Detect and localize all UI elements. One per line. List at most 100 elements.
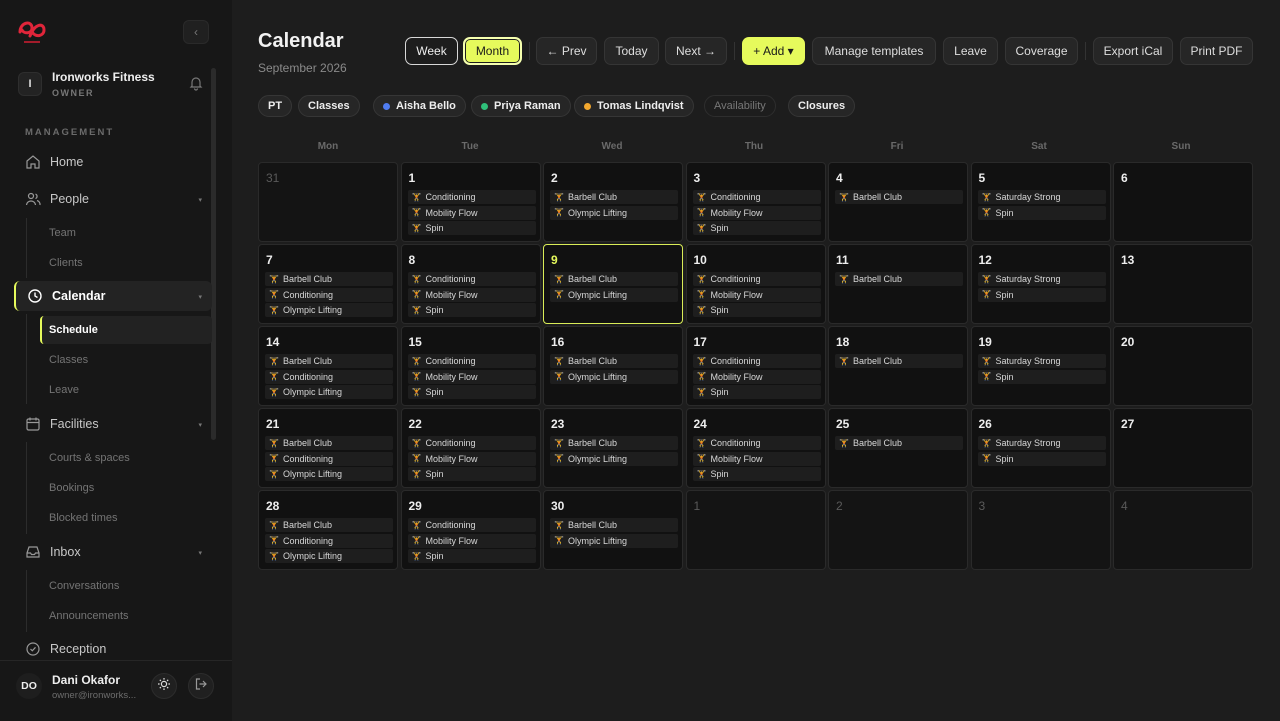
export-ical-button[interactable]: Export iCal [1093, 37, 1173, 65]
calendar-event[interactable]: 🏋 Spin [977, 205, 1106, 220]
sidebar-subitem-classes[interactable]: Classes [40, 346, 212, 374]
calendar-day[interactable]: 2 🏋 Barbell Club 🏋 Olympic Lifting [543, 162, 683, 242]
calendar-day[interactable]: 18 🏋 Barbell Club [828, 326, 968, 406]
calendar-event[interactable]: 🏋 Mobility Flow [407, 205, 536, 220]
calendar-day[interactable]: 31 [258, 162, 398, 242]
calendar-event[interactable]: 🏋 Olympic Lifting [550, 451, 678, 466]
calendar-event[interactable]: 🏋 Barbell Club [265, 518, 393, 532]
calendar-day[interactable]: 16 🏋 Barbell Club 🏋 Olympic Lifting [543, 326, 683, 406]
print-pdf-button[interactable]: Print PDF [1180, 37, 1253, 65]
calendar-day[interactable]: 20 [1113, 326, 1253, 406]
avatar[interactable]: DO [16, 673, 42, 699]
calendar-event[interactable]: 🏋 Saturday Strong [977, 190, 1106, 204]
calendar-event[interactable]: 🏋 Conditioning [407, 436, 536, 450]
month-view-button[interactable]: Month [463, 37, 522, 65]
calendar-event[interactable]: 🏋 Olympic Lifting [550, 533, 678, 548]
sidebar-subitem-announcements[interactable]: Announcements [40, 602, 212, 630]
calendar-day[interactable]: 8 🏋 Conditioning 🏋 Mobility Flow 🏋 Spin [400, 244, 541, 324]
calendar-event[interactable]: 🏋 Mobility Flow [692, 369, 821, 384]
sidebar-subitem-bookings[interactable]: Bookings [40, 474, 212, 502]
calendar-event[interactable]: 🏋 Spin [407, 221, 536, 235]
calendar-day[interactable]: 30 🏋 Barbell Club 🏋 Olympic Lifting [543, 490, 683, 570]
sidebar-item-calendar[interactable]: Calendar ▾ [14, 281, 212, 311]
calendar-day[interactable]: 28 🏋 Barbell Club 🏋 Conditioning 🏋 Olympic Lif… [258, 490, 398, 570]
calendar-event[interactable]: 🏋 Saturday Strong [977, 272, 1106, 286]
prev-button[interactable]: ← Prev [536, 37, 597, 65]
logout-button[interactable] [188, 673, 214, 699]
sidebar-item-facilities[interactable]: Facilities ▾ [14, 409, 212, 439]
calendar-event[interactable]: 🏋 Olympic Lifting [265, 303, 393, 317]
calendar-event[interactable]: 🏋 Spin [692, 303, 821, 317]
calendar-day[interactable]: 27 [1113, 408, 1253, 488]
calendar-event[interactable]: 🏋 Spin [692, 467, 821, 481]
calendar-day[interactable]: 3 🏋 Conditioning 🏋 Mobility Flow 🏋 Spin [685, 162, 826, 242]
calendar-event[interactable]: 🏋 Conditioning [692, 354, 821, 368]
calendar-day[interactable]: 21 🏋 Barbell Club 🏋 Conditioning 🏋 Olympic Lif… [258, 408, 398, 488]
calendar-event[interactable]: 🏋 Spin [407, 303, 536, 317]
calendar-event[interactable]: 🏋 Barbell Club [835, 272, 963, 286]
filter-chip-classes[interactable]: Classes [298, 95, 360, 117]
sidebar-subitem-blocked-times[interactable]: Blocked times [40, 504, 212, 532]
calendar-event[interactable]: 🏋 Mobility Flow [407, 287, 536, 302]
add-button[interactable]: + Add ▾ [742, 37, 805, 65]
calendar-event[interactable]: 🏋 Barbell Club [835, 436, 963, 450]
calendar-event[interactable]: 🏋 Spin [407, 467, 536, 481]
filter-chip-availability[interactable]: Availability [704, 95, 776, 117]
calendar-event[interactable]: 🏋 Olympic Lifting [550, 205, 678, 220]
collapse-sidebar-button[interactable]: ‹ [183, 20, 209, 44]
calendar-day[interactable]: 17 🏋 Conditioning 🏋 Mobility Flow 🏋 Spin [685, 326, 826, 406]
calendar-event[interactable]: 🏋 Conditioning [407, 354, 536, 368]
manage-templates-button[interactable]: Manage templates [812, 37, 936, 65]
calendar-event[interactable]: 🏋 Barbell Club [835, 354, 963, 368]
calendar-day[interactable]: 23 🏋 Barbell Club 🏋 Olympic Lifting [543, 408, 683, 488]
bell-icon[interactable] [188, 75, 204, 91]
calendar-event[interactable]: 🏋 Barbell Club [265, 354, 393, 368]
sidebar-subitem-leave[interactable]: Leave [40, 376, 212, 404]
today-button[interactable]: Today [604, 37, 659, 65]
calendar-event[interactable]: 🏋 Barbell Club [550, 190, 678, 204]
sidebar-subitem-conversations[interactable]: Conversations [40, 572, 212, 600]
filter-chip-aisha[interactable]: Aisha Bello [373, 95, 466, 117]
theme-toggle-button[interactable] [151, 673, 177, 699]
calendar-day[interactable]: 25 🏋 Barbell Club [828, 408, 968, 488]
sidebar-item-home[interactable]: Home [14, 147, 212, 177]
filter-chip-priya[interactable]: Priya Raman [471, 95, 571, 117]
calendar-day[interactable]: 14 🏋 Barbell Club 🏋 Conditioning 🏋 Olympic Lif… [258, 326, 398, 406]
filter-chip-closures[interactable]: Closures [788, 95, 856, 117]
sidebar-subitem-clients[interactable]: Clients [40, 249, 212, 277]
calendar-event[interactable]: 🏋 Conditioning [265, 533, 393, 548]
calendar-event[interactable]: 🏋 Conditioning [407, 272, 536, 286]
calendar-event[interactable]: 🏋 Saturday Strong [977, 436, 1106, 450]
calendar-event[interactable]: 🏋 Olympic Lifting [550, 369, 678, 384]
calendar-event[interactable]: 🏋 Spin [977, 451, 1106, 466]
calendar-event[interactable]: 🏋 Barbell Club [550, 272, 678, 286]
sidebar-subitem-schedule[interactable]: Schedule [40, 316, 212, 344]
calendar-event[interactable]: 🏋 Mobility Flow [407, 533, 536, 548]
calendar-event[interactable]: 🏋 Barbell Club [835, 190, 963, 204]
calendar-day[interactable]: 15 🏋 Conditioning 🏋 Mobility Flow 🏋 Spin [400, 326, 541, 406]
sidebar-subitem-courts[interactable]: Courts & spaces [40, 444, 212, 472]
calendar-day[interactable]: 5 🏋 Saturday Strong 🏋 Spin [970, 162, 1111, 242]
org-switcher[interactable]: I Ironworks Fitness OWNER [18, 64, 214, 104]
calendar-event[interactable]: 🏋 Spin [977, 369, 1106, 384]
calendar-event[interactable]: 🏋 Mobility Flow [407, 369, 536, 384]
calendar-event[interactable]: 🏋 Conditioning [692, 190, 821, 204]
calendar-event[interactable]: 🏋 Spin [692, 221, 821, 235]
calendar-day-today[interactable]: 9 🏋 Barbell Club 🏋 Olympic Lifting [543, 244, 683, 324]
calendar-day[interactable]: 4 🏋 Barbell Club [828, 162, 968, 242]
calendar-event[interactable]: 🏋 Barbell Club [265, 272, 393, 286]
calendar-event[interactable]: 🏋 Conditioning [265, 287, 393, 302]
filter-chip-pt[interactable]: PT [258, 95, 293, 117]
calendar-event[interactable]: 🏋 Barbell Club [550, 354, 678, 368]
filter-chip-tomas[interactable]: Tomas Lindqvist [574, 95, 694, 117]
calendar-day[interactable]: 6 [1113, 162, 1253, 242]
calendar-event[interactable]: 🏋 Spin [407, 549, 536, 563]
calendar-event[interactable]: 🏋 Saturday Strong [977, 354, 1106, 368]
calendar-day[interactable]: 13 [1113, 244, 1253, 324]
sidebar-item-people[interactable]: People ▾ [14, 184, 212, 214]
calendar-day[interactable]: 1 [685, 490, 826, 570]
calendar-event[interactable]: 🏋 Spin [692, 385, 821, 399]
brand-logo[interactable] [16, 14, 48, 46]
calendar-event[interactable]: 🏋 Conditioning [407, 190, 536, 204]
calendar-event[interactable]: 🏋 Olympic Lifting [265, 385, 393, 399]
